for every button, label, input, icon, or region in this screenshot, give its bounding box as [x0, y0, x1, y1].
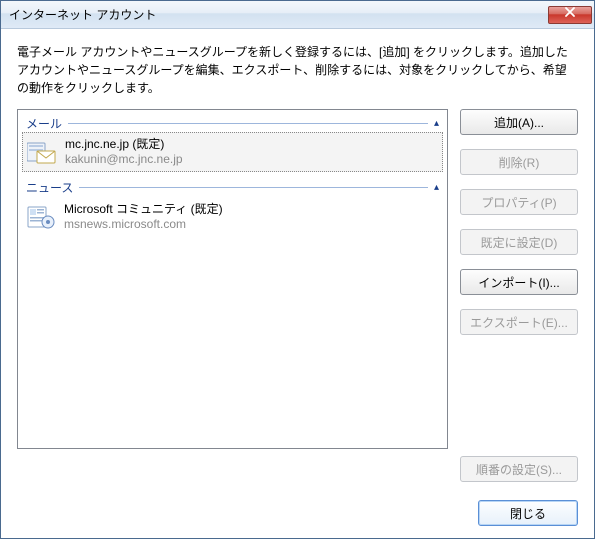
news-account-icon [26, 202, 56, 232]
group-label: メール [26, 115, 62, 132]
group-header-news[interactable]: ニュース ▴ [22, 178, 443, 196]
footer: 閉じる [17, 482, 578, 526]
chevron-up-icon: ▴ [434, 118, 439, 129]
account-sub: msnews.microsoft.com [64, 217, 223, 232]
spacer [460, 349, 578, 442]
export-button: エクスポート(E)... [460, 309, 578, 335]
window-title: インターネット アカウント [9, 6, 548, 23]
item-text: Microsoft コミュニティ (既定) msnews.microsoft.c… [64, 202, 223, 232]
close-icon[interactable] [548, 6, 592, 24]
accounts-list: メール ▴ mc.jnc.n [17, 109, 448, 449]
remove-button: 削除(R) [460, 149, 578, 175]
dialog-body: 電子メール アカウントやニュースグループを新しく登録するには、[追加] をクリッ… [1, 29, 594, 538]
set-default-button: 既定に設定(D) [460, 229, 578, 255]
set-order-button: 順番の設定(S)... [460, 456, 578, 482]
add-button[interactable]: 追加(A)... [460, 109, 578, 135]
divider [79, 187, 428, 188]
item-text: mc.jnc.ne.jp (既定) kakunin@mc.jnc.ne.jp [65, 137, 183, 167]
chevron-up-icon: ▴ [434, 182, 439, 193]
group-header-mail[interactable]: メール ▴ [22, 114, 443, 132]
import-button[interactable]: インポート(I)... [460, 269, 578, 295]
account-title: Microsoft コミュニティ (既定) [64, 202, 223, 217]
instructions-text: 電子メール アカウントやニュースグループを新しく登録するには、[追加] をクリッ… [17, 43, 578, 97]
close-button[interactable]: 閉じる [478, 500, 578, 526]
account-title: mc.jnc.ne.jp (既定) [65, 137, 183, 152]
list-item-mail-account[interactable]: mc.jnc.ne.jp (既定) kakunin@mc.jnc.ne.jp [22, 132, 443, 172]
dialog-window: インターネット アカウント 電子メール アカウントやニュースグループを新しく登録… [0, 0, 595, 539]
account-sub: kakunin@mc.jnc.ne.jp [65, 152, 183, 167]
mail-account-icon [27, 137, 57, 167]
divider [68, 123, 428, 124]
main-row: メール ▴ mc.jnc.n [17, 109, 578, 482]
properties-button: プロパティ(P) [460, 189, 578, 215]
list-item-news-account[interactable]: Microsoft コミュニティ (既定) msnews.microsoft.c… [22, 198, 443, 236]
side-buttons: 追加(A)... 削除(R) プロパティ(P) 既定に設定(D) インポート(I… [460, 109, 578, 482]
group-label: ニュース [26, 179, 73, 196]
titlebar: インターネット アカウント [1, 1, 594, 29]
